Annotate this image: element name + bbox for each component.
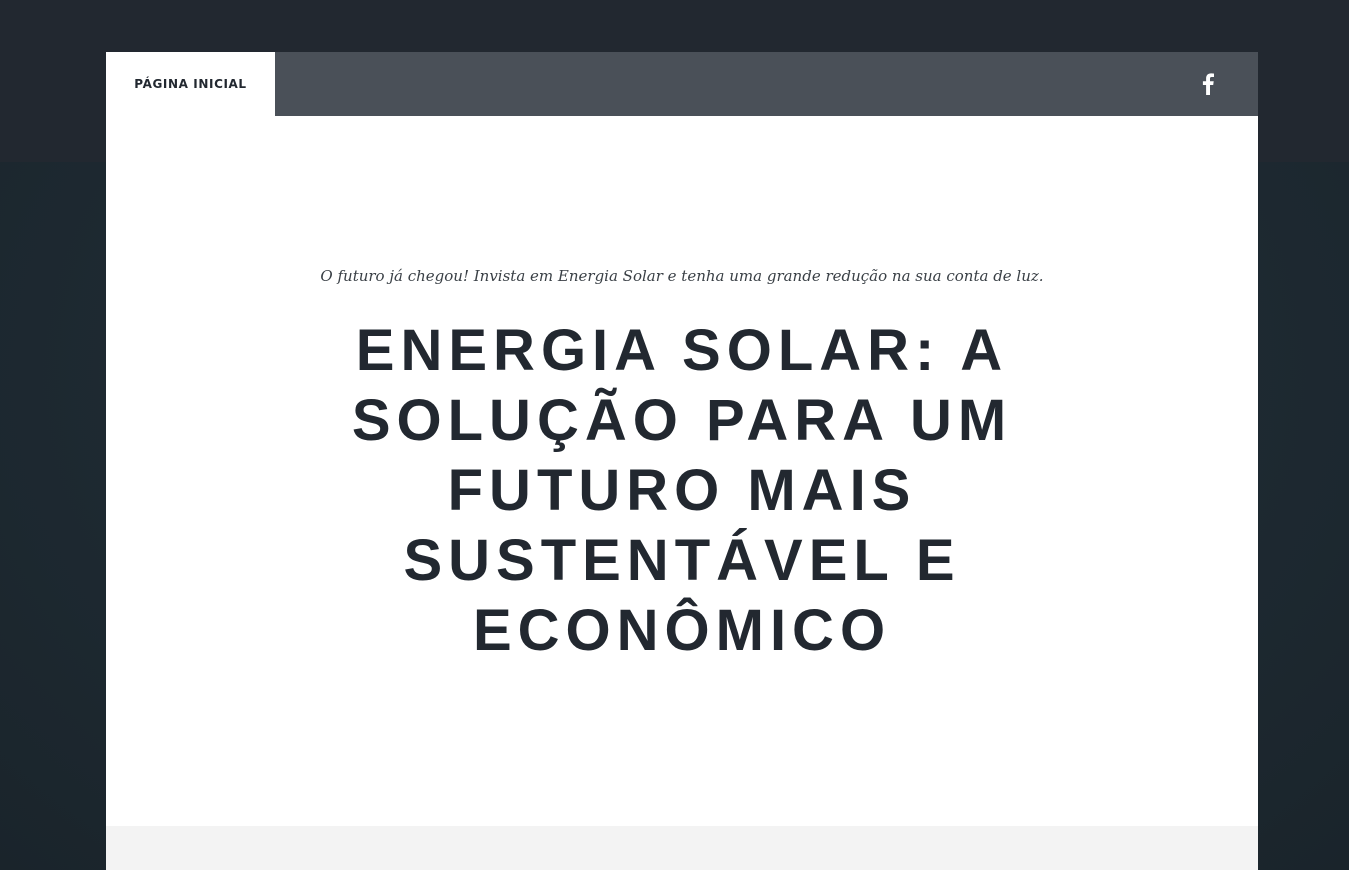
hero-section: O futuro já chegou! Invista em Energia S…	[106, 116, 1258, 826]
facebook-link[interactable]	[1194, 70, 1222, 98]
hero-headline: ENERGIA SOLAR: A SOLUÇÃO PARA UM FUTURO …	[351, 318, 1013, 663]
page-container: PÁGINA INICIAL O futuro já chegou! Invis…	[106, 52, 1258, 870]
facebook-icon	[1202, 73, 1214, 95]
hero-tagline: O futuro já chegou! Invista em Energia S…	[320, 267, 1044, 285]
top-navbar: PÁGINA INICIAL	[106, 52, 1258, 116]
nav-item-home[interactable]: PÁGINA INICIAL	[106, 52, 275, 116]
next-section-strip	[106, 826, 1258, 870]
